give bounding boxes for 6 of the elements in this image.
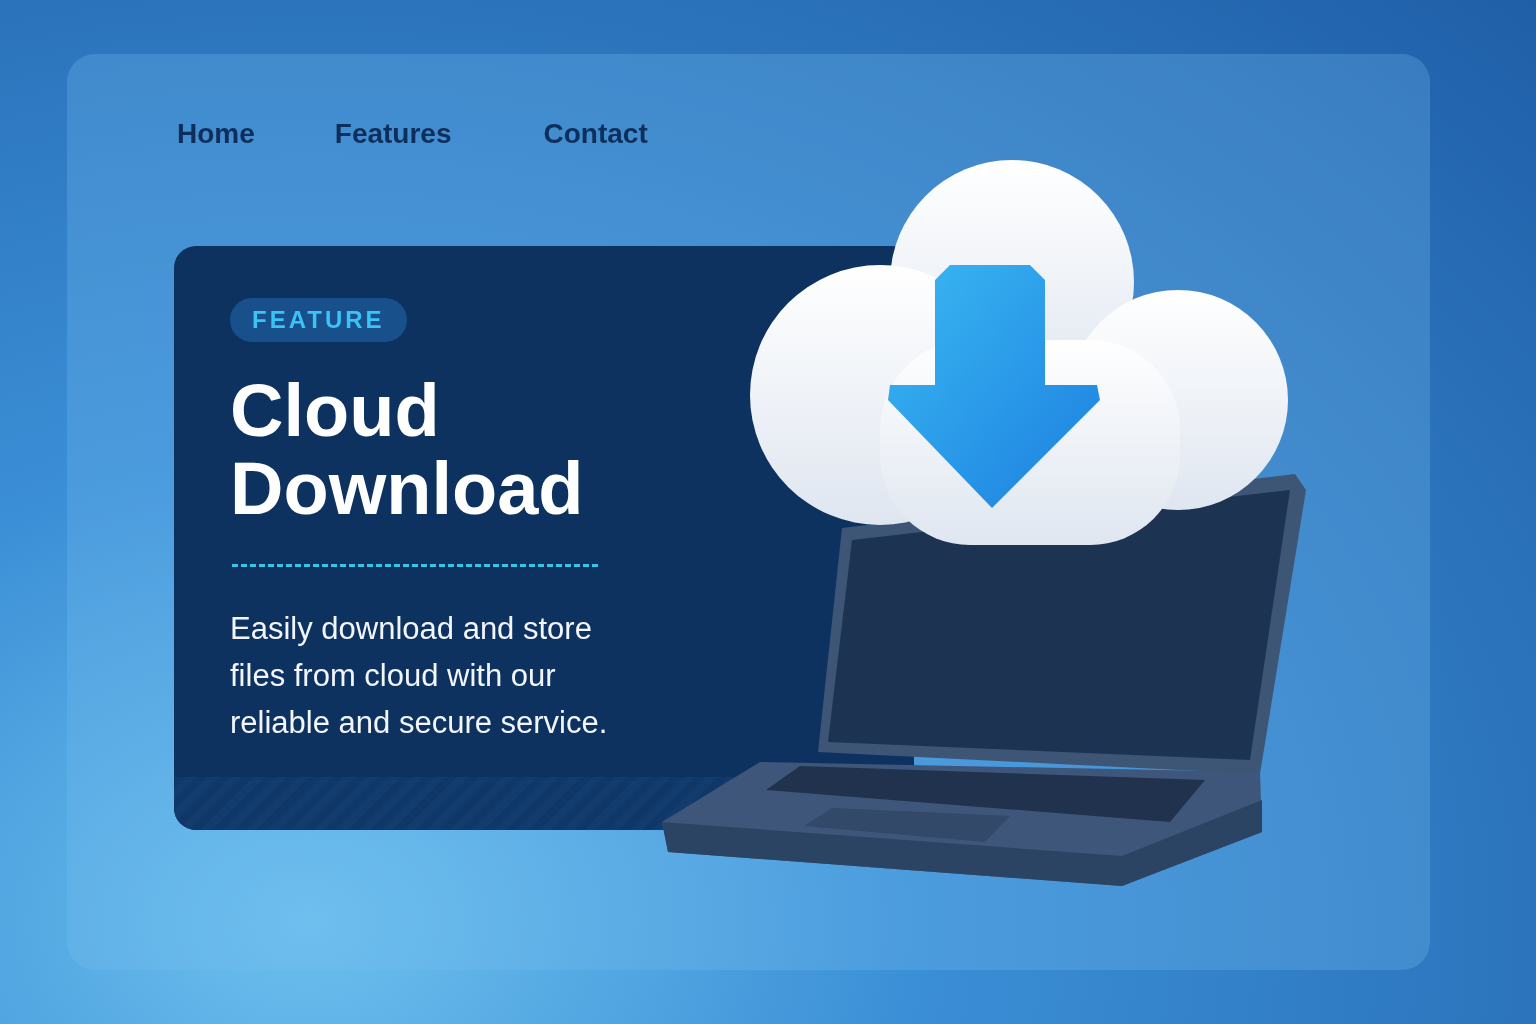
hero-description: Easily download and store files from cloud with our reliable and secure service. bbox=[230, 610, 609, 742]
nav-link[interactable]: Features bbox=[334, 114, 452, 154]
nav-link[interactable]: Contact bbox=[543, 114, 648, 154]
feature-badge: FEATURE bbox=[230, 298, 407, 342]
hero-title: Cloud Download bbox=[230, 372, 585, 528]
nav-link[interactable]: Home bbox=[177, 114, 255, 154]
